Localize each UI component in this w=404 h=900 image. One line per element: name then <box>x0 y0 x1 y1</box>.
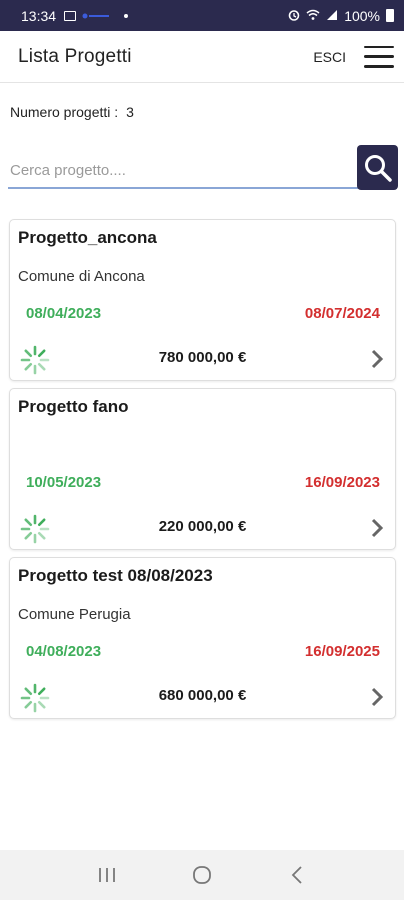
search-bar <box>8 145 398 191</box>
status-bar: 13:34 100% <box>0 0 404 31</box>
status-time: 13:34 <box>21 7 57 24</box>
battery-icon <box>386 9 394 22</box>
project-amount: 680 000,00 € <box>158 687 247 704</box>
dot-icon <box>124 13 129 18</box>
project-comune: Comune Perugia <box>18 606 131 623</box>
project-end-date: 16/09/2025 <box>304 643 380 660</box>
app-header: Lista Progetti ESCI <box>0 31 404 83</box>
project-start-date: 10/05/2023 <box>26 474 102 491</box>
project-amount: 220 000,00 € <box>158 518 247 535</box>
project-card[interactable]: Progetto_ancona Comune di Ancona 08/04/2… <box>9 219 396 381</box>
project-count-label: Numero progetti : <box>10 104 119 120</box>
project-count-value: 3 <box>126 104 134 120</box>
battery-percent: 100% <box>344 7 380 24</box>
alarm-icon <box>288 8 300 24</box>
home-icon[interactable] <box>182 860 222 890</box>
page-title: Lista Progetti <box>18 45 132 67</box>
app-notification-icon <box>82 12 110 20</box>
chevron-right-icon[interactable] <box>369 517 385 539</box>
system-nav-bar <box>0 850 404 900</box>
signal-icon <box>326 8 338 24</box>
status-left-icons <box>64 10 129 21</box>
project-end-date: 16/09/2023 <box>304 474 380 491</box>
image-icon <box>64 10 77 21</box>
project-card[interactable]: Progetto test 08/08/2023 Comune Perugia … <box>9 557 396 719</box>
project-start-date: 08/04/2023 <box>26 305 102 322</box>
project-amount: 780 000,00 € <box>158 349 247 366</box>
logout-button[interactable]: ESCI <box>313 49 346 65</box>
project-name: Progetto fano <box>18 397 129 416</box>
back-icon[interactable] <box>277 860 317 890</box>
hamburger-menu-icon[interactable] <box>364 45 394 68</box>
project-comune: Comune di Ancona <box>18 268 145 285</box>
project-end-date: 08/07/2024 <box>304 305 380 322</box>
chevron-right-icon[interactable] <box>369 686 385 708</box>
search-button[interactable] <box>357 145 398 190</box>
project-start-date: 04/08/2023 <box>26 643 102 660</box>
status-right-icons: 100% <box>288 8 394 24</box>
project-count: Numero progetti : 3 <box>10 104 134 120</box>
project-card[interactable]: Progetto fano 10/05/2023 16/09/2023 220 … <box>9 388 396 550</box>
chevron-right-icon[interactable] <box>369 348 385 370</box>
project-name: Progetto test 08/08/2023 <box>18 566 213 585</box>
search-icon <box>364 154 392 182</box>
project-name: Progetto_ancona <box>18 228 157 247</box>
search-input[interactable] <box>8 153 358 189</box>
wifi-icon <box>306 8 320 24</box>
recent-apps-icon[interactable] <box>87 860 127 890</box>
